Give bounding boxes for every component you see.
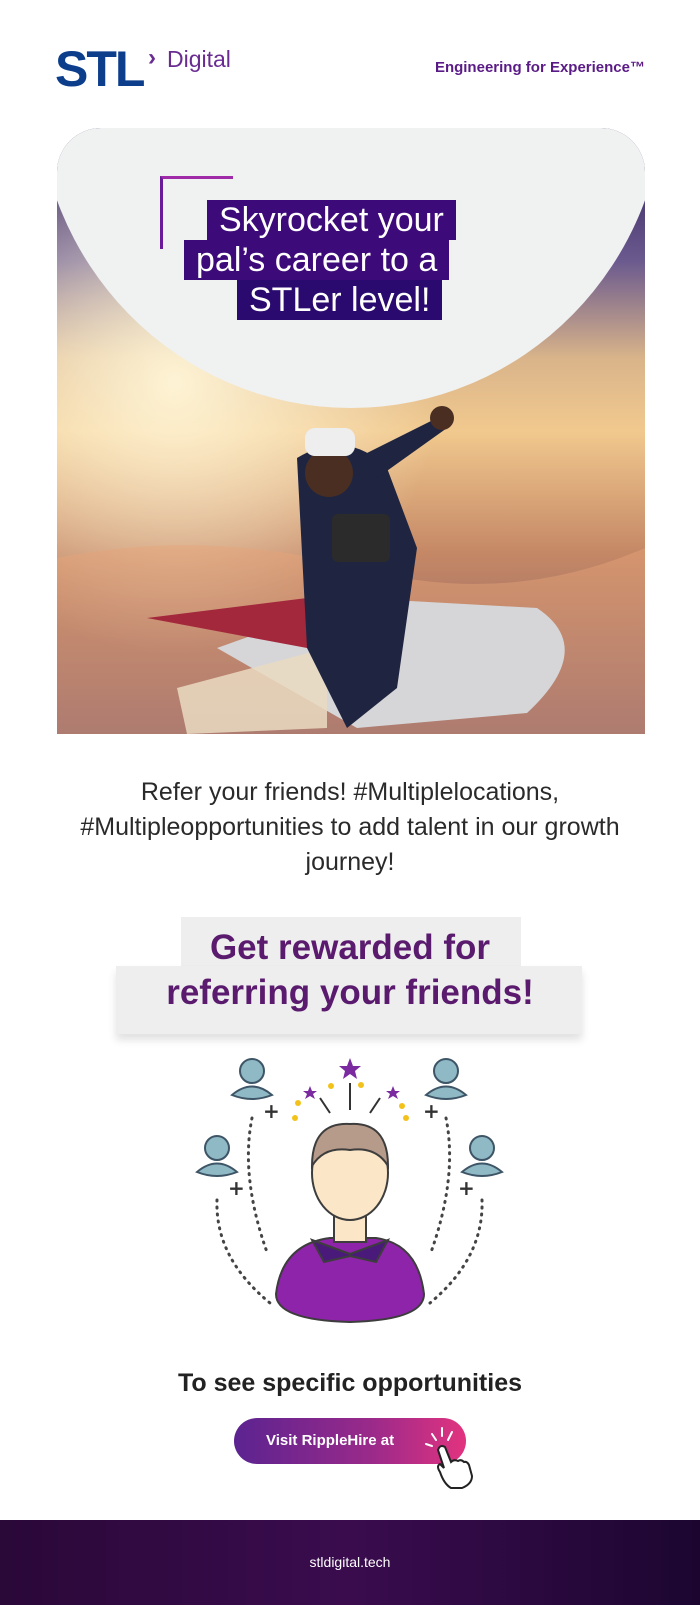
footer-website-link[interactable]: stldigital.tech xyxy=(0,1554,700,1570)
cta-button-label: Visit RippleHire at xyxy=(266,1432,395,1449)
svg-text:+: + xyxy=(228,1176,245,1200)
cta-heading: To see specific opportunities xyxy=(177,1369,523,1397)
svg-text:+: + xyxy=(423,1099,440,1123)
referrer-person xyxy=(274,1122,426,1324)
email-footer: stldigital.tech xyxy=(0,1520,700,1605)
hero-headline-line-1: Skyrocket your xyxy=(207,200,456,240)
stl-digital-logo[interactable]: STL › Digital xyxy=(55,44,245,94)
hero-headline-line-3: STLer level! xyxy=(237,280,443,320)
reward-heading-line-1: Get rewarded for xyxy=(209,928,491,967)
brand-tagline: Engineering for Experience™ xyxy=(434,59,645,76)
hero-headline-line-2: pal’s career to a xyxy=(184,240,450,280)
referral-illustration: + + + + xyxy=(195,1058,504,1324)
intro-text: Refer your friends! #Multiplelocations, … xyxy=(80,778,620,876)
email-header: STL › Digital Engineering for Experience… xyxy=(0,0,700,120)
logo-subtitle: Digital xyxy=(167,46,231,72)
visit-ripplehire-button[interactable]: Visit RippleHire at xyxy=(234,1418,474,1489)
pointer-hand-icon xyxy=(425,1427,474,1489)
reward-heading: Get rewarded for referring your friends! xyxy=(100,925,600,1015)
reward-heading-line-2: referring your friends! xyxy=(166,973,534,1012)
sparkle-icon xyxy=(292,1058,409,1121)
svg-text:+: + xyxy=(263,1099,280,1123)
hero-banner: Skyrocket your pal’s career to a STLer l… xyxy=(57,128,645,734)
svg-text:+: + xyxy=(458,1176,475,1200)
logo-chevron-icon: › xyxy=(148,44,156,71)
logo-wordmark: STL xyxy=(55,41,145,97)
